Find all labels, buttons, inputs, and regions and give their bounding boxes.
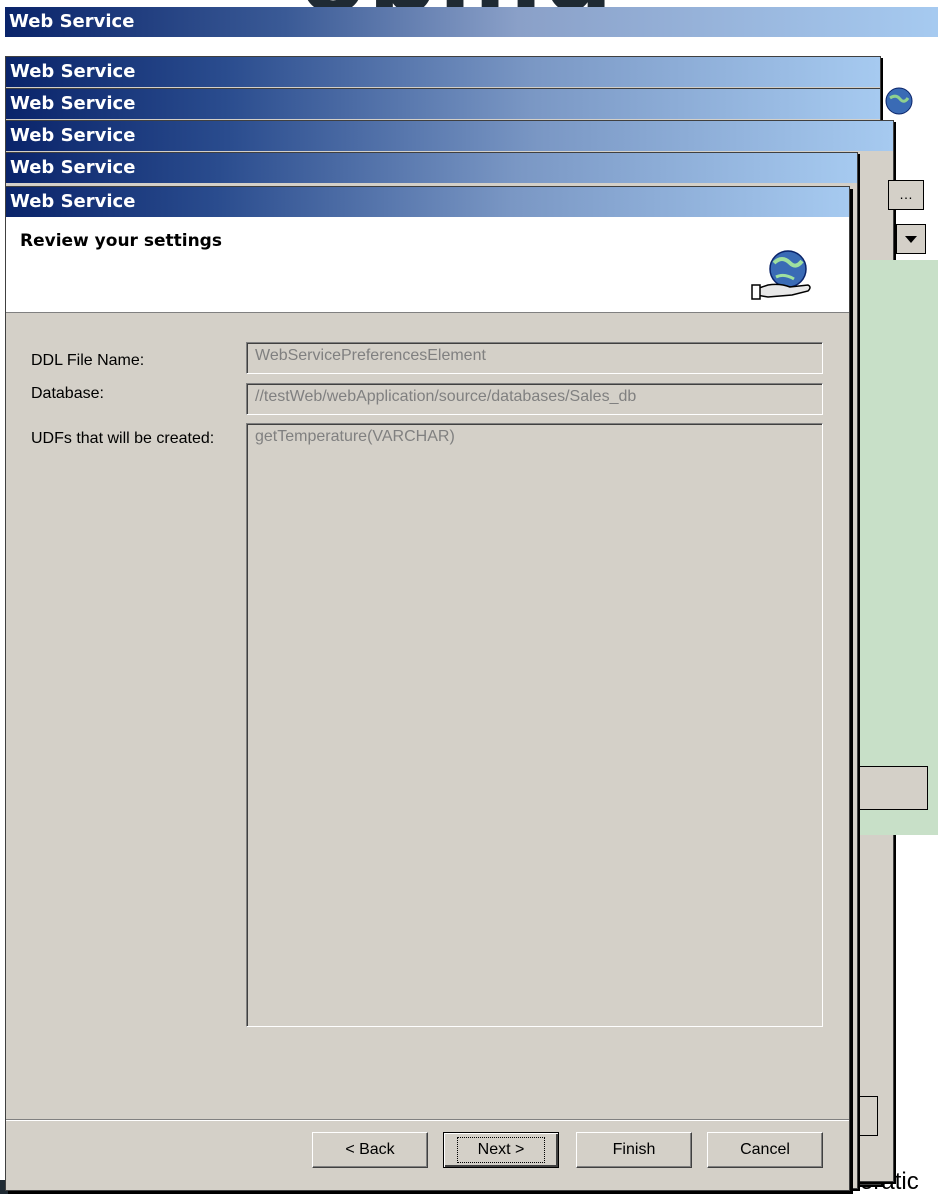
review-settings-dialog: Web Service Review your settings DDL Fil…	[5, 186, 850, 1191]
next-button-label: Next >	[456, 1137, 546, 1163]
cancel-button-label: Cancel	[740, 1141, 790, 1158]
ddl-file-name-field[interactable]: WebServicePreferencesElement	[246, 342, 823, 374]
back-button[interactable]: < Back	[312, 1132, 428, 1168]
banner-title: Review your settings	[20, 231, 222, 251]
next-button[interactable]: Next >	[443, 1132, 559, 1168]
finish-button[interactable]: Finish	[576, 1132, 692, 1168]
udfs-label: UDFs that will be created:	[31, 430, 215, 447]
udfs-list[interactable]: getTemperature(VARCHAR)	[246, 423, 823, 1027]
dialog-window-back-1: Web Service	[5, 7, 938, 43]
wizard-banner: Review your settings	[6, 217, 849, 313]
database-label: Database:	[31, 385, 104, 402]
window-titlebar[interactable]: Web Service	[6, 57, 880, 87]
back-button-label: < Back	[345, 1141, 395, 1158]
dialog-titlebar[interactable]: Web Service	[6, 187, 849, 217]
database-field[interactable]: //testWeb/webApplication/source/database…	[246, 383, 823, 415]
button-separator	[6, 1119, 849, 1121]
background-panel	[850, 260, 938, 835]
globe-hand-icon	[751, 250, 811, 300]
cancel-button[interactable]: Cancel	[707, 1132, 823, 1168]
finish-button-label: Finish	[612, 1141, 656, 1158]
dropdown-button[interactable]	[896, 224, 926, 254]
globe-icon	[885, 87, 913, 115]
window-titlebar[interactable]: Web Service	[5, 7, 938, 37]
browse-button[interactable]: …	[888, 180, 924, 210]
ddl-file-name-label: DDL File Name:	[31, 352, 145, 369]
window-titlebar[interactable]: Web Service	[6, 121, 893, 151]
screenshot: oplng Iporatic Web Service Web Service W…	[0, 0, 938, 1195]
window-titlebar[interactable]: Web Service	[6, 89, 880, 119]
background-button[interactable]	[856, 766, 928, 810]
chevron-down-icon	[905, 236, 917, 243]
background-button-lower[interactable]	[856, 1096, 878, 1136]
window-titlebar[interactable]: Web Service	[6, 153, 857, 183]
